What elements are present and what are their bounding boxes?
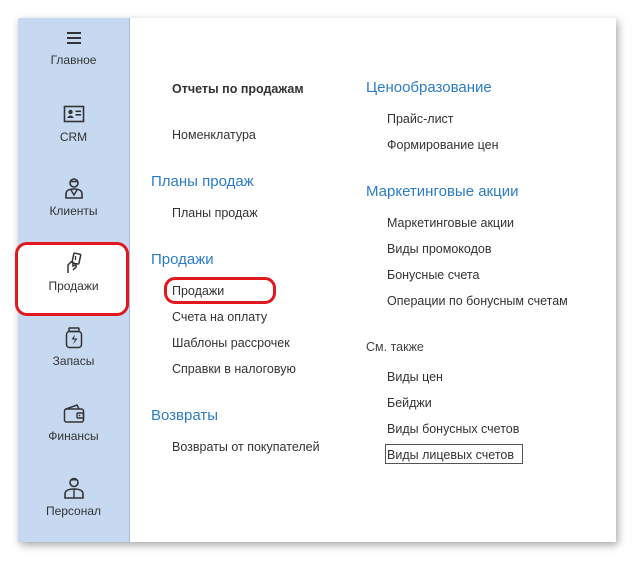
nav-item-label: Запасы xyxy=(52,354,95,368)
link-bonus-account-types[interactable]: Виды бонусных счетов xyxy=(387,422,519,436)
sales-window: Главное CRM Клиенты Продажи Запасы Финан… xyxy=(15,18,616,542)
menu-icon xyxy=(67,32,81,44)
person-icon xyxy=(65,178,83,199)
stock-jar-icon xyxy=(65,327,83,349)
link-personal-account-types[interactable]: Виды лицевых счетов xyxy=(387,448,514,462)
link-nomenclature[interactable]: Номенклатура xyxy=(172,128,256,142)
link-price-generation[interactable]: Формирование цен xyxy=(387,138,499,152)
sales-hand-icon xyxy=(67,252,82,273)
nav-item-label: Клиенты xyxy=(49,204,98,218)
sidebar: Главное CRM Клиенты Продажи Запасы Финан… xyxy=(15,18,130,542)
link-price-types[interactable]: Виды цен xyxy=(387,370,443,384)
link-customer-returns[interactable]: Возвраты от покупателей xyxy=(172,440,320,454)
staff-icon xyxy=(64,477,84,499)
nav-item-staff[interactable]: Персонал xyxy=(18,476,129,550)
section-header-see-also: См. также xyxy=(366,340,424,354)
nav-item-label: Главное xyxy=(50,53,97,67)
nav-item-finance[interactable]: Финансы xyxy=(18,401,129,475)
nav-item-label: Финансы xyxy=(48,429,99,443)
link-installment-templates[interactable]: Шаблоны рассрочек xyxy=(172,336,290,350)
link-sales[interactable]: Продажи xyxy=(172,284,224,298)
contact-card-icon xyxy=(63,105,85,123)
link-marketing-campaigns[interactable]: Маркетинговые акции xyxy=(387,216,514,230)
link-tax-certificates[interactable]: Справки в налоговую xyxy=(172,362,296,376)
nav-item-sales[interactable]: Продажи xyxy=(18,251,129,325)
section-header-pricing: Ценообразование xyxy=(366,79,492,96)
nav-item-clients[interactable]: Клиенты xyxy=(18,176,129,250)
wallet-icon xyxy=(63,404,85,423)
nav-item-label: CRM xyxy=(59,130,88,144)
nav-item-stock[interactable]: Запасы xyxy=(18,326,129,400)
section-header-plans: Планы продаж xyxy=(151,173,254,190)
link-bonus-accounts[interactable]: Бонусные счета xyxy=(387,268,479,282)
section-header-sales: Продажи xyxy=(151,251,214,268)
link-invoices[interactable]: Счета на оплату xyxy=(172,310,267,324)
section-header-marketing: Маркетинговые акции xyxy=(366,183,519,200)
reports-title[interactable]: Отчеты по продажам xyxy=(172,82,304,96)
link-promo-types[interactable]: Виды промокодов xyxy=(387,242,491,256)
link-plans[interactable]: Планы продаж xyxy=(172,206,258,220)
link-price-list[interactable]: Прайс-лист xyxy=(387,112,454,126)
link-badges[interactable]: Бейджи xyxy=(387,396,432,410)
nav-item-crm[interactable]: CRM xyxy=(18,102,129,176)
nav-item-label: Персонал xyxy=(45,504,102,518)
nav-item-label: Продажи xyxy=(48,279,99,293)
link-bonus-operations[interactable]: Операции по бонусным счетам xyxy=(387,294,568,308)
nav-item-main[interactable]: Главное xyxy=(18,26,129,100)
section-header-returns: Возвраты xyxy=(151,407,219,424)
